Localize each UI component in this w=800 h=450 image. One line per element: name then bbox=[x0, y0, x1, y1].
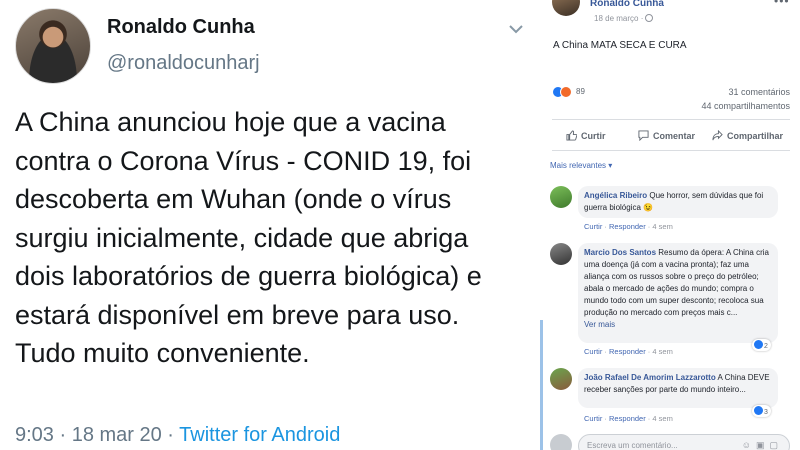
comment-reply-link[interactable]: Responder bbox=[609, 414, 646, 423]
see-more-link[interactable]: Ver mais bbox=[584, 320, 615, 329]
commenter-avatar[interactable] bbox=[550, 186, 572, 208]
comment-text: Resumo da ópera: A China cria uma doença… bbox=[584, 248, 769, 317]
more-icon[interactable]: ••• bbox=[774, 0, 790, 8]
tweet-timestamp[interactable]: 9:03 · 18 mar 20 · bbox=[15, 424, 179, 446]
input-tools: ☺▣▢ bbox=[742, 440, 783, 450]
reaction-count: 89 bbox=[576, 87, 585, 96]
comment-bubble: Angélica Ribeiro Que horror, sem dúvidas… bbox=[578, 186, 778, 218]
comment-bubble: Marcio Dos Santos Resumo da ópera: A Chi… bbox=[578, 243, 778, 343]
comment-icon bbox=[638, 130, 649, 142]
comment-likes-number: 2 bbox=[764, 343, 768, 350]
comment-age[interactable]: 4 sem bbox=[652, 222, 672, 231]
comment-sort-dropdown[interactable]: Mais relevantes ▾ bbox=[550, 161, 612, 170]
comments-count[interactable]: 31 comentários bbox=[728, 87, 790, 97]
comment-actions: Curtir · Responder · 4 sem bbox=[584, 347, 673, 356]
comment-input-placeholder: Escreva um comentário... bbox=[587, 441, 678, 450]
divider bbox=[552, 119, 790, 120]
current-user-avatar bbox=[550, 434, 572, 450]
tweet-metadata: 9:03 · 18 mar 20 · Twitter for Android bbox=[15, 424, 340, 447]
post-author-name[interactable]: Ronaldo Cunha bbox=[590, 0, 664, 9]
like-icon bbox=[566, 130, 578, 141]
tweet-author-name[interactable]: Ronaldo Cunha bbox=[107, 16, 255, 39]
comment-button[interactable]: Comentar bbox=[638, 130, 696, 142]
thread-indicator bbox=[540, 320, 543, 450]
comment-bubble: João Rafael De Amorim Lazzarotto A China… bbox=[578, 368, 778, 408]
divider bbox=[552, 150, 790, 151]
sticker-icon[interactable]: ▢ bbox=[769, 440, 783, 450]
shares-count[interactable]: 44 compartilhamentos bbox=[701, 101, 790, 111]
commenter-avatar[interactable] bbox=[550, 368, 572, 390]
gif-icon[interactable]: ▣ bbox=[756, 440, 770, 450]
tweet-source-link[interactable]: Twitter for Android bbox=[179, 424, 340, 446]
like-icon bbox=[754, 406, 763, 415]
tweet-card: Ronaldo Cunha @ronaldocunharj A China an… bbox=[0, 0, 535, 450]
commenter-avatar[interactable] bbox=[550, 243, 572, 265]
post-author-avatar[interactable] bbox=[552, 0, 580, 16]
comment-age[interactable]: 4 sem bbox=[652, 347, 672, 356]
comment-input[interactable]: Escreva um comentário... ☺▣▢ bbox=[578, 434, 790, 450]
comment-likes-number: 3 bbox=[764, 409, 768, 416]
comment-age[interactable]: 4 sem bbox=[652, 414, 672, 423]
like-button-label: Curtir bbox=[581, 131, 606, 141]
comment-like-link[interactable]: Curtir bbox=[584, 222, 602, 231]
comment-like-link[interactable]: Curtir bbox=[584, 347, 602, 356]
commenter-name[interactable]: Angélica Ribeiro bbox=[584, 191, 647, 200]
commenter-name[interactable]: Marcio Dos Santos bbox=[584, 248, 656, 257]
globe-icon bbox=[645, 14, 654, 22]
comment-actions: Curtir · Responder · 4 sem bbox=[584, 222, 673, 231]
facebook-post: Ronaldo Cunha 18 de março · ••• A China … bbox=[540, 0, 800, 450]
emoji-icon[interactable]: ☺ bbox=[742, 440, 756, 450]
angry-reaction-icon bbox=[560, 86, 572, 98]
share-button[interactable]: Compartilhar bbox=[712, 129, 784, 141]
like-button[interactable]: Curtir bbox=[566, 130, 606, 141]
post-text: A China MATA SECA E CURA bbox=[553, 40, 687, 51]
comment-actions: Curtir · Responder · 4 sem bbox=[584, 414, 673, 423]
comment-like-count[interactable]: 3 bbox=[752, 405, 771, 417]
share-icon bbox=[712, 129, 723, 141]
comment-like-count[interactable]: 2 bbox=[752, 339, 771, 351]
post-date-text[interactable]: 18 de março · bbox=[594, 14, 643, 23]
chevron-down-icon[interactable] bbox=[508, 21, 524, 37]
tweet-author-handle[interactable]: @ronaldocunharj bbox=[107, 52, 260, 75]
tweet-avatar[interactable] bbox=[15, 8, 91, 84]
comment-like-link[interactable]: Curtir bbox=[584, 414, 602, 423]
commenter-name[interactable]: João Rafael De Amorim Lazzarotto bbox=[584, 373, 716, 382]
comment-reply-link[interactable]: Responder bbox=[609, 222, 646, 231]
share-button-label: Compartilhar bbox=[727, 131, 784, 141]
like-icon bbox=[754, 340, 763, 349]
tweet-text: A China anunciou hoje que a vacina contr… bbox=[15, 107, 482, 368]
post-date[interactable]: 18 de março · bbox=[594, 14, 654, 23]
comment-button-label: Comentar bbox=[653, 131, 696, 141]
comment-reply-link[interactable]: Responder bbox=[609, 347, 646, 356]
